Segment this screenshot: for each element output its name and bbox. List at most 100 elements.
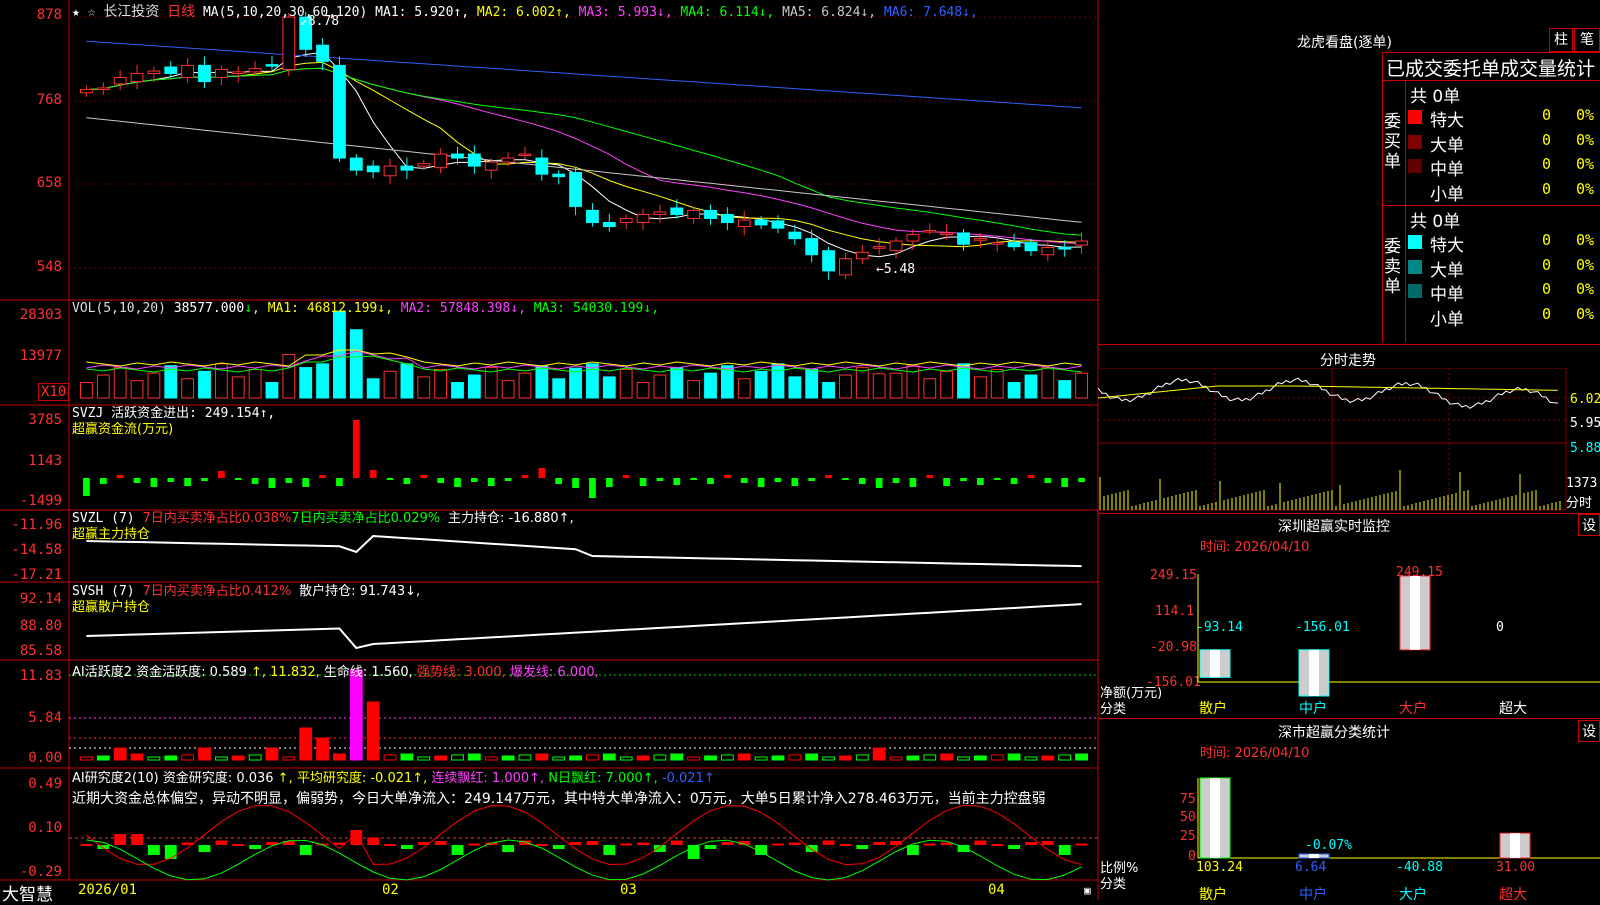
- lock-icon[interactable]: ▣: [1084, 884, 1091, 897]
- volume-bar: [771, 363, 785, 399]
- candle-body: [501, 157, 515, 163]
- research-bar: [1058, 845, 1071, 855]
- app-logo: 大智慧: [2, 885, 53, 905]
- activity-bar: [484, 756, 498, 761]
- ma-line-3: [86, 67, 1082, 245]
- color-swatch: [1408, 308, 1422, 323]
- monitor-chart: [1197, 574, 1600, 697]
- stats-value-label: -40.88: [1396, 860, 1443, 875]
- candle-body: [670, 207, 684, 215]
- fund-flow-bar: [386, 478, 394, 480]
- order-row[interactable]: 大单 0 0%: [1382, 130, 1600, 156]
- volume-bar: [434, 368, 448, 399]
- activity-bar: [805, 753, 819, 761]
- volume-bar: [181, 378, 195, 399]
- color-swatch: [1408, 183, 1422, 198]
- activity-bar: [282, 756, 296, 761]
- fund-flow-bar: [740, 478, 748, 483]
- star-icon[interactable]: ★: [72, 5, 80, 20]
- monitor-bar-highlight: [1210, 649, 1220, 678]
- stats-value-label: 31.00: [1496, 860, 1536, 875]
- fund-flow-bar: [285, 478, 293, 483]
- ai1-axis-label-2: 5.84: [28, 710, 62, 726]
- date-label-3: 03: [620, 882, 637, 898]
- activity-bar: [1024, 756, 1038, 761]
- order-row[interactable]: 特大 0 0%: [1382, 230, 1600, 256]
- candle-body: [484, 161, 498, 171]
- candle-body: [704, 209, 717, 219]
- order-row[interactable]: 中单 0 0%: [1382, 154, 1600, 180]
- research-bar: [1041, 841, 1054, 845]
- star-outline-icon[interactable]: ☆: [88, 5, 96, 20]
- bar-tab-button[interactable]: 柱: [1549, 28, 1573, 52]
- research-bar: [923, 843, 936, 846]
- order-row[interactable]: 大单 0 0%: [1382, 255, 1600, 281]
- fund-flow-bar: [791, 478, 799, 486]
- order-row[interactable]: 特大 0 0%: [1382, 105, 1600, 131]
- order-row[interactable]: 小单 0 0%: [1382, 179, 1600, 205]
- research-bar: [637, 842, 649, 845]
- order-count: 0: [1542, 179, 1552, 198]
- fund-flow-bar: [352, 420, 360, 478]
- fund-flow-bar: [302, 478, 310, 487]
- activity-bar: [687, 756, 701, 761]
- order-size-label: 中单: [1430, 285, 1464, 305]
- fund-flow-bar: [909, 478, 917, 487]
- stock-name[interactable]: 长江投资: [103, 4, 159, 20]
- order-percent: 0%: [1576, 280, 1595, 298]
- activity-bar: [1075, 753, 1088, 761]
- ma-value-6: MA6: 7.648↓,: [876, 5, 978, 20]
- ma-value-5: MA5: 6.824↓,: [774, 5, 877, 20]
- candle-body: [923, 230, 937, 233]
- volume-bar: [164, 365, 178, 399]
- volume-bar: [198, 370, 211, 399]
- stats-bar-highlight: [1510, 833, 1520, 858]
- stats-top-label: -0.07%: [1305, 838, 1352, 853]
- volume-bar: [1007, 381, 1021, 399]
- ai2-header: AI研究度2(10) 资金研究度: 0.036 ↑, 平均研究度: -0.021…: [72, 771, 1046, 807]
- stats-category-label: 散户: [1199, 887, 1227, 903]
- activity-bar: [181, 754, 195, 761]
- pen-tab-button[interactable]: 笔: [1574, 28, 1600, 52]
- volume-bar: [518, 372, 532, 399]
- activity-bar: [299, 727, 313, 761]
- date-label-2: 02: [382, 882, 399, 898]
- volume-bar: [973, 376, 987, 399]
- monitor-settings-button[interactable]: 设: [1578, 514, 1600, 536]
- stats-category-label: 中户: [1299, 887, 1327, 903]
- ai1-header: AI活跃度2 资金活跃度: 0.589 ↑, 11.832, 生命线: 1.56…: [72, 665, 599, 680]
- order-percent: 0%: [1576, 130, 1595, 149]
- right-frame: [1382, 52, 1600, 53]
- ma-line-1: [86, 51, 1082, 258]
- volume-bar: [552, 378, 566, 399]
- candle-body: [990, 242, 1004, 245]
- stats-settings-button[interactable]: 设: [1578, 720, 1600, 742]
- low-mark: ←5.48: [876, 262, 916, 277]
- fund-flow-bar: [487, 478, 495, 486]
- activity-bar: [569, 755, 582, 761]
- candle-body: [687, 209, 701, 219]
- volume-bar: [147, 372, 161, 399]
- candle-body: [737, 219, 751, 228]
- volume-bar: [990, 368, 1004, 399]
- stats-title: 深市超赢分类统计: [1278, 725, 1390, 741]
- fund-flow-bar: [622, 475, 630, 478]
- activity-bar: [670, 753, 684, 761]
- ma-value-2: MA2: 6.002↑,: [469, 5, 571, 20]
- candle-body: [535, 157, 549, 175]
- candle-body: [1041, 246, 1055, 256]
- activity-bar: [383, 754, 397, 761]
- period-label[interactable]: 日线: [167, 4, 195, 20]
- candle-body: [1075, 240, 1088, 246]
- candle-body: [198, 64, 211, 83]
- activity-bar: [906, 755, 920, 761]
- order-size-label: 大单: [1430, 260, 1464, 281]
- candle-body: [1007, 242, 1021, 248]
- fund-flow-bar: [858, 478, 866, 484]
- order-row[interactable]: 中单 0 0%: [1382, 279, 1600, 305]
- activity-bar: [366, 701, 380, 761]
- svzl-axis-label-1: -11.96: [11, 517, 62, 533]
- ai2-value-1: ↑, 平均研究度: -0.021↑,: [273, 771, 428, 786]
- order-size-label: 大单: [1430, 135, 1464, 156]
- order-row[interactable]: 小单 0 0%: [1382, 304, 1600, 330]
